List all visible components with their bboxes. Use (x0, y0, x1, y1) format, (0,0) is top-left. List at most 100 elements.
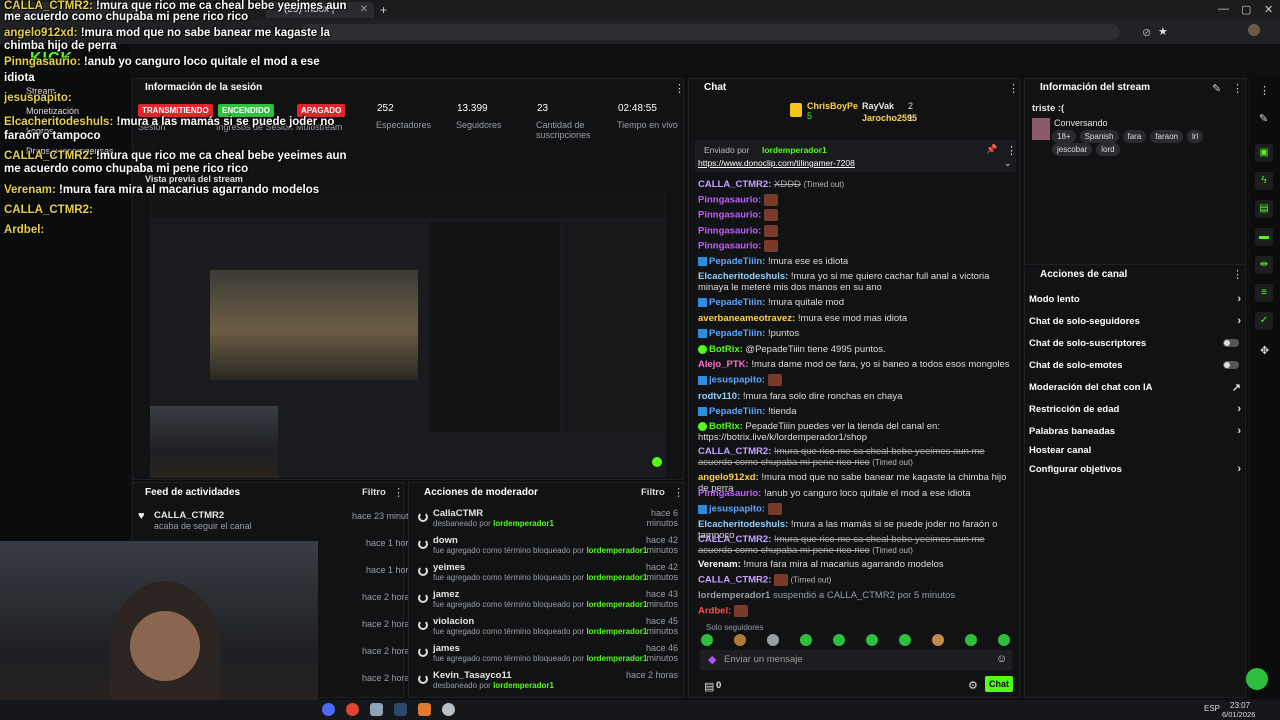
chat-username[interactable]: Pinngasaurio: (698, 241, 761, 252)
more-icon[interactable]: ⋮ (393, 486, 404, 499)
chrome-icon[interactable] (322, 703, 335, 716)
chat-username[interactable]: CALLA_CTMR2: (698, 575, 771, 586)
emote-shortcut[interactable] (932, 634, 944, 646)
clock-time[interactable]: 23:07 (1230, 701, 1250, 710)
close-window-icon[interactable]: ✕ (1264, 3, 1273, 16)
steam-icon[interactable] (394, 703, 407, 716)
chat-input[interactable]: Enviar un mensaje ◆ ☺ (700, 650, 1012, 670)
channel-action-item[interactable]: Chat de solo-emotes (1029, 360, 1241, 374)
chat-username[interactable]: PepadeTiiin: (709, 256, 765, 267)
send-chat-button[interactable]: Chat (985, 676, 1013, 692)
channel-action-item[interactable]: Chat de solo-suscriptores (1029, 338, 1241, 352)
channel-action-item[interactable]: Moderación del chat con IA ↗ (1029, 382, 1241, 396)
emote-shortcut[interactable] (866, 634, 878, 646)
language-indicator[interactable]: ESP (1204, 704, 1220, 713)
chat-username[interactable]: CALLA_CTMR2: (698, 446, 771, 457)
tag[interactable]: fara (1122, 130, 1147, 143)
chat-username[interactable]: Elcacheritodeshuls: (698, 271, 788, 282)
chat-username[interactable]: angelo912xd: (698, 472, 759, 483)
app-icon[interactable] (418, 703, 431, 716)
emote-picker-icon[interactable]: ◆ (708, 653, 716, 666)
chat-username[interactable]: Pinngasaurio: (698, 226, 761, 237)
toggle-switch[interactable] (1223, 361, 1239, 369)
channel-action-item[interactable]: Chat de solo-seguidores › (1029, 315, 1241, 330)
chat-username[interactable]: Pinngasaurio: (698, 210, 761, 221)
rail-button-layers[interactable]: ≡ (1255, 284, 1273, 302)
chat-username[interactable]: BotRix: (709, 344, 743, 355)
more-icon[interactable]: ⋮ (1259, 84, 1270, 97)
emote-shortcut[interactable] (701, 634, 713, 646)
chat-username[interactable]: lordemperador1 (698, 590, 770, 601)
obs-icon[interactable] (346, 703, 359, 716)
chat-username[interactable]: CALLA_CTMR2: (698, 179, 771, 190)
profile-avatar[interactable] (1248, 24, 1260, 36)
app-icon[interactable] (370, 703, 383, 716)
grid-icon[interactable]: ✥ (1260, 344, 1269, 357)
chat-username[interactable]: jesuspapito: (709, 375, 765, 386)
chat-username[interactable]: Pinngasaurio: (698, 195, 761, 206)
rail-button-split[interactable]: ⇹ (1255, 256, 1273, 274)
rail-button-tools[interactable]: ✓ (1255, 312, 1273, 330)
edit-icon[interactable]: ✎ (1212, 82, 1221, 95)
edit-icon[interactable]: ✎ (1259, 112, 1268, 125)
clock-date[interactable]: 6/01/2026 (1222, 710, 1255, 719)
rail-button-chat[interactable]: ▬ (1255, 228, 1273, 246)
chat-username[interactable]: Pinngasaurio: (698, 488, 761, 499)
more-icon[interactable]: ⋮ (1008, 82, 1019, 95)
chat-username[interactable]: PepadeTiiin: (709, 406, 765, 417)
gear-icon[interactable]: ⚙ (968, 679, 978, 692)
new-tab-icon[interactable]: + (380, 3, 387, 17)
tag[interactable]: lord (1096, 143, 1120, 156)
mod-filter-button[interactable]: Filtro (641, 487, 665, 498)
channel-action-item[interactable]: Restricción de edad › (1029, 403, 1241, 418)
rail-button-notes[interactable]: ▤ (1255, 200, 1273, 218)
feed-filter-button[interactable]: Filtro (362, 487, 386, 498)
tag[interactable]: lrl (1186, 130, 1204, 143)
emote-shortcut[interactable] (899, 634, 911, 646)
chat-username[interactable]: Alejo_PTK: (698, 359, 749, 370)
chat-username[interactable]: averbaneameotravez: (698, 313, 795, 324)
tag[interactable]: jescobar (1052, 143, 1093, 156)
channel-action-item[interactable]: Palabras baneadas › (1029, 425, 1241, 440)
rail-button-lightning[interactable]: ϟ (1255, 172, 1273, 190)
toggle-switch[interactable] (1223, 339, 1239, 347)
emote-shortcut[interactable] (800, 634, 812, 646)
chat-username[interactable]: BotRix: (709, 421, 743, 432)
emoji-icon[interactable]: ☺ (996, 653, 1007, 665)
pinned-message[interactable]: Enviado por lordemperador1 https://www.d… (694, 140, 1017, 172)
emote-shortcut[interactable] (965, 634, 977, 646)
more-icon[interactable]: ⋮ (1232, 82, 1243, 95)
chat-username[interactable]: PepadeTiiin: (709, 328, 765, 339)
sidebar-item-monetizacion[interactable]: Monetización (26, 106, 79, 116)
minimize-icon[interactable]: — (1218, 3, 1229, 15)
tag[interactable]: Spanish (1079, 130, 1119, 143)
chat-username[interactable]: rodtv110: (698, 391, 740, 402)
chat-username[interactable]: PepadeTiiin: (709, 297, 765, 308)
emote-shortcut[interactable] (734, 634, 746, 646)
maximize-icon[interactable]: ▢ (1241, 3, 1251, 16)
channel-action-item[interactable]: Modo lento › (1029, 293, 1241, 308)
help-button[interactable] (1246, 668, 1268, 690)
more-icon[interactable]: ⋮ (674, 82, 685, 95)
more-icon[interactable]: ⋮ (673, 486, 684, 499)
channel-action-item[interactable]: Configurar objetivos › (1029, 463, 1241, 478)
pin-icon[interactable]: 📌 (986, 144, 997, 155)
app-icon[interactable] (442, 703, 455, 716)
url-field[interactable] (300, 24, 1120, 40)
tag[interactable]: faraon (1150, 130, 1183, 143)
chat-username[interactable]: jesuspapito: (709, 504, 765, 515)
tag[interactable]: 18+ (1052, 130, 1076, 143)
close-icon[interactable]: ✕ (360, 2, 368, 18)
chevron-down-icon[interactable]: ⌄ (1004, 158, 1012, 169)
emote-shortcut[interactable] (767, 634, 779, 646)
emote-shortcut[interactable] (998, 634, 1010, 646)
channel-action-item[interactable]: Hostear canal (1029, 445, 1241, 459)
stream-preview[interactable] (150, 192, 666, 478)
bookmark-star-icon[interactable]: ★ (1158, 25, 1168, 38)
more-icon[interactable]: ⋮ (1006, 144, 1017, 157)
chat-username[interactable]: Ardbel: (698, 606, 731, 617)
pinned-link[interactable]: https://www.donoclip.com/tilingamer-7208 (698, 158, 855, 168)
tracking-off-icon[interactable]: ⊘ (1142, 26, 1151, 39)
emote-shortcut[interactable] (833, 634, 845, 646)
chat-username[interactable]: Elcacheritodeshuls: (698, 519, 788, 530)
